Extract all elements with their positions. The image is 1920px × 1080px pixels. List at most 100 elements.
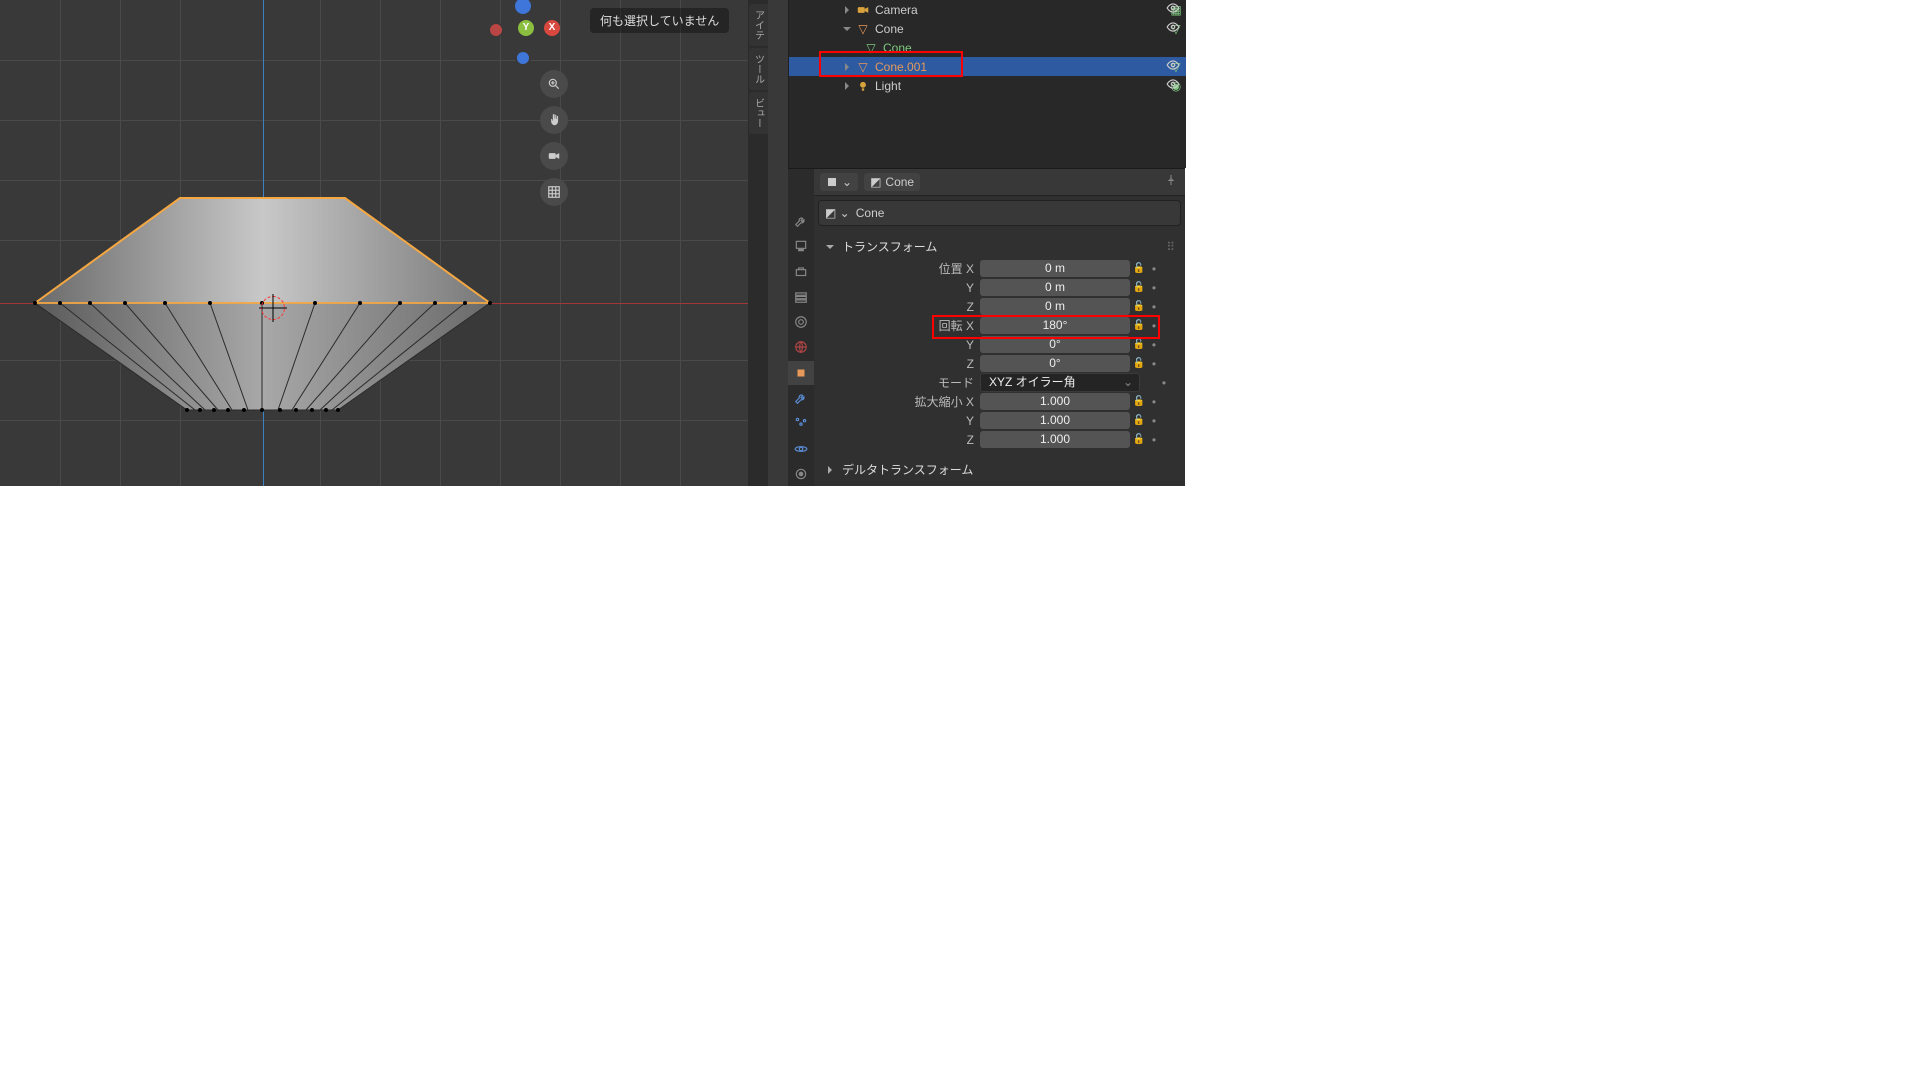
lock-icon[interactable]: 🔓 xyxy=(1131,337,1147,353)
rotation-mode-row: モード XYZ オイラー角 • xyxy=(824,373,1175,392)
header-object-name: Cone xyxy=(885,175,914,189)
axis-label-z: Z xyxy=(824,357,980,371)
outliner-row-cone-mesh[interactable]: ▽ Cone xyxy=(789,38,1186,57)
3d-cursor xyxy=(261,296,285,320)
lock-icon[interactable]: 🔓 xyxy=(1131,299,1147,315)
keyframe-dot[interactable]: • xyxy=(1147,433,1161,447)
axis-label-z: Z xyxy=(824,300,980,314)
lock-icon[interactable]: 🔓 xyxy=(1131,356,1147,372)
keyframe-dot[interactable]: • xyxy=(1147,262,1161,276)
scale-z-field[interactable]: 1.000 xyxy=(980,431,1130,448)
rotation-mode-dropdown[interactable]: XYZ オイラー角 xyxy=(980,373,1140,392)
3d-viewport[interactable]: 何も選択していません Y X アイテ ツ xyxy=(0,0,768,486)
visibility-toggle[interactable] xyxy=(1166,20,1180,37)
keyframe-dot[interactable]: • xyxy=(1157,376,1171,390)
outliner-panel[interactable]: Camera ▦ ▽ Cone ▽ ▽ Cone ▽ Cone.001 ▽ xyxy=(788,0,1186,168)
scale-y-field[interactable]: 1.000 xyxy=(980,412,1130,429)
prop-tab-render[interactable] xyxy=(788,234,814,258)
lock-icon[interactable]: 🔓 xyxy=(1131,413,1147,429)
cone-icon: ▽ xyxy=(855,59,871,75)
outliner-item-label: Cone xyxy=(873,22,1166,36)
pan-button[interactable] xyxy=(540,106,568,134)
rotation-x-row: 回転 X 180° 🔓 • xyxy=(824,316,1175,335)
zoom-button[interactable] xyxy=(540,70,568,98)
lock-icon[interactable]: 🔓 xyxy=(1131,280,1147,296)
properties-header: ⌄ ◩ Cone xyxy=(814,169,1185,196)
lock-icon[interactable]: 🔓 xyxy=(1131,394,1147,410)
location-x-field[interactable]: 0 m xyxy=(980,260,1130,277)
visibility-toggle[interactable] xyxy=(1166,58,1180,75)
rotation-x-field[interactable]: 180° xyxy=(980,317,1130,334)
outliner-row-cone001[interactable]: ▽ Cone.001 ▽ xyxy=(789,57,1186,76)
outliner-row-camera[interactable]: Camera ▦ xyxy=(789,0,1186,19)
scale-x-label: 拡大縮小 X xyxy=(824,393,980,410)
crumb-object-name: Cone xyxy=(856,206,885,220)
camera-icon xyxy=(855,2,871,18)
prop-tab-tool[interactable] xyxy=(788,209,814,233)
axis-label-y: Y xyxy=(824,338,980,352)
outliner-row-cone[interactable]: ▽ Cone ▽ xyxy=(789,19,1186,38)
navigation-gizmo[interactable]: Y X xyxy=(490,0,570,60)
visibility-toggle[interactable] xyxy=(1166,77,1180,94)
pin-icon[interactable] xyxy=(1165,174,1177,189)
delta-title: デルタトランスフォーム xyxy=(842,461,973,478)
gizmo-axis-z[interactable] xyxy=(515,0,531,14)
gizmo-axis-negz[interactable] xyxy=(515,50,531,66)
location-z-field[interactable]: 0 m xyxy=(980,298,1130,315)
prop-tab-world[interactable] xyxy=(788,335,814,359)
expand-icon[interactable] xyxy=(845,82,849,90)
properties-body: ⌄ ◩ Cone ◩ ⌄ Cone トランスフォーム ⠿ xyxy=(814,169,1185,486)
outliner-item-label: Cone xyxy=(881,41,1186,55)
expand-icon[interactable] xyxy=(845,6,849,14)
header-info-text: 何も選択していません xyxy=(590,8,729,33)
prop-tab-scene[interactable] xyxy=(788,310,814,334)
lock-icon[interactable]: 🔓 xyxy=(1131,318,1147,334)
keyframe-dot[interactable]: • xyxy=(1147,281,1161,295)
delta-transform-header[interactable]: デルタトランスフォーム xyxy=(824,457,1175,482)
npanel-tab-tool[interactable]: ツール xyxy=(749,48,768,90)
gizmo-axis-neg[interactable] xyxy=(488,22,504,38)
prop-tab-particles[interactable] xyxy=(788,411,814,435)
keyframe-dot[interactable]: • xyxy=(1147,338,1161,352)
prop-tab-constraints[interactable] xyxy=(788,462,814,486)
properties-breadcrumb[interactable]: ◩ ⌄ Cone xyxy=(818,200,1181,226)
prop-tab-physics[interactable] xyxy=(788,436,814,460)
rotation-z-row: Z 0° 🔓 • xyxy=(824,354,1175,373)
prop-tab-object[interactable] xyxy=(788,361,814,385)
transform-panel-header[interactable]: トランスフォーム ⠿ xyxy=(824,234,1175,259)
lock-icon[interactable]: 🔓 xyxy=(1131,261,1147,277)
expand-icon[interactable] xyxy=(845,63,849,71)
keyframe-dot[interactable]: • xyxy=(1147,395,1161,409)
scale-x-field[interactable]: 1.000 xyxy=(980,393,1130,410)
npanel-tab-view[interactable]: ビュー xyxy=(749,92,768,134)
location-y-field[interactable]: 0 m xyxy=(980,279,1130,296)
rotation-x-label: 回転 X xyxy=(824,317,980,334)
camera-view-button[interactable] xyxy=(540,142,568,170)
scale-x-row: 拡大縮小 X 1.000 🔓 • xyxy=(824,392,1175,411)
rotation-y-field[interactable]: 0° xyxy=(980,336,1130,353)
outliner-item-label: Cone.001 xyxy=(873,60,1166,74)
prop-tab-output[interactable] xyxy=(788,260,814,284)
mode-label: モード xyxy=(824,374,980,391)
outliner-row-light[interactable]: Light ◉ xyxy=(789,76,1186,95)
rotation-z-field[interactable]: 0° xyxy=(980,355,1130,372)
lock-icon[interactable]: 🔓 xyxy=(1131,432,1147,448)
datablock-button[interactable]: ◩ Cone xyxy=(864,173,920,191)
visibility-toggle[interactable] xyxy=(1166,1,1180,18)
keyframe-dot[interactable]: • xyxy=(1147,319,1161,333)
rotation-y-row: Y 0° 🔓 • xyxy=(824,335,1175,354)
gizmo-axis-x[interactable]: X xyxy=(544,20,560,36)
expand-icon[interactable] xyxy=(843,27,851,31)
keyframe-dot[interactable]: • xyxy=(1147,414,1161,428)
keyframe-dot[interactable]: • xyxy=(1147,300,1161,314)
editor-type-button[interactable]: ⌄ xyxy=(820,173,858,191)
prop-tab-modifiers[interactable] xyxy=(788,386,814,410)
keyframe-dot[interactable]: • xyxy=(1147,357,1161,371)
axis-label-y: Y xyxy=(824,281,980,295)
npanel-tab-item[interactable]: アイテ xyxy=(749,4,768,46)
perspective-grid-button[interactable] xyxy=(540,178,568,206)
drag-handle-icon[interactable]: ⠿ xyxy=(1166,240,1175,254)
prop-tab-viewlayer[interactable] xyxy=(788,285,814,309)
gizmo-axis-y[interactable]: Y xyxy=(518,20,534,36)
n-panel-tabs: アイテ ツール ビュー xyxy=(748,0,768,486)
